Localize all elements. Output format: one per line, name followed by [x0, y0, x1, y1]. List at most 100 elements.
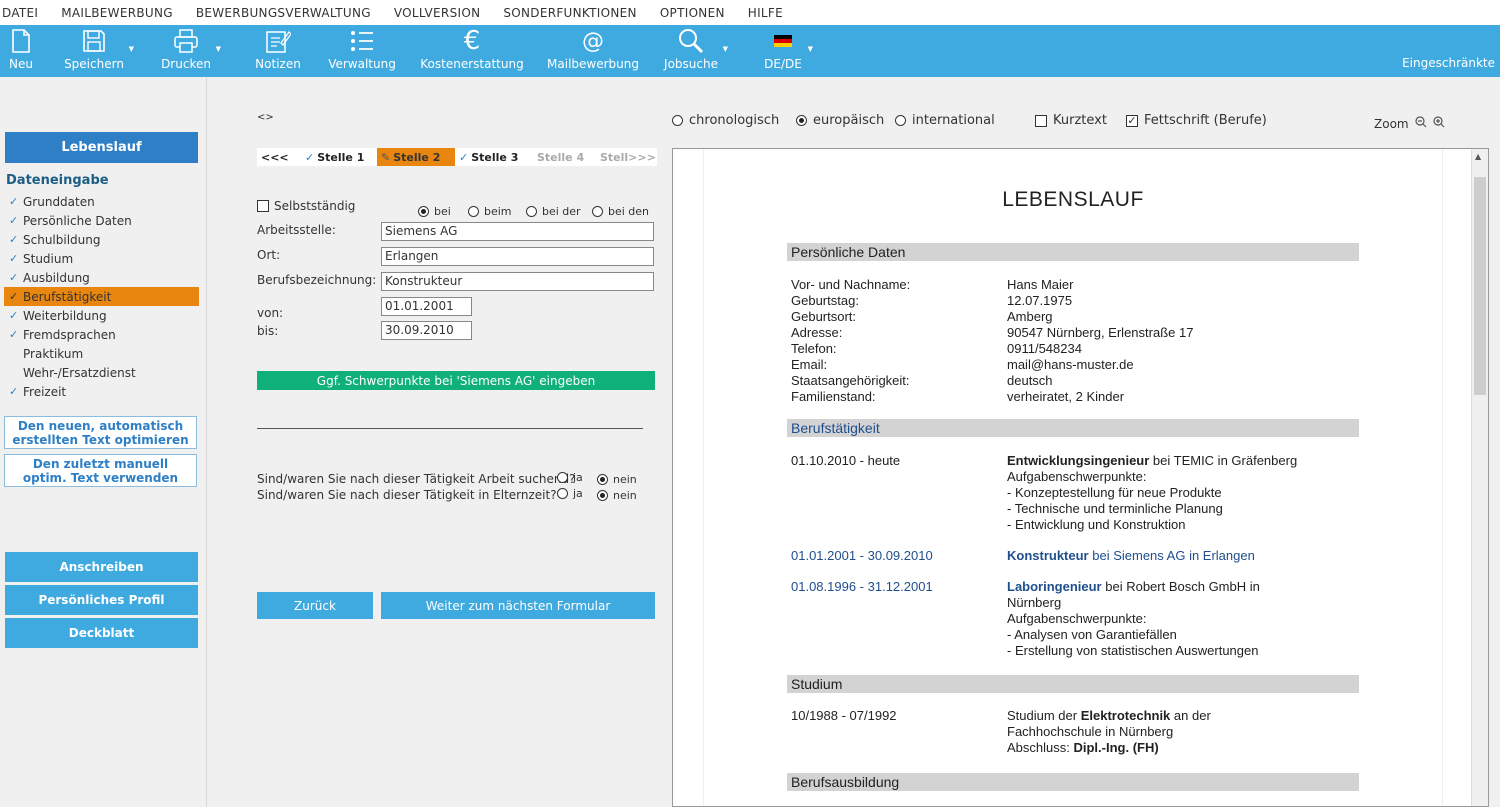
sidebar-item-berufstaetigkeit[interactable]: ✓ Berufstätigkeit	[4, 287, 199, 306]
sidebar-item-weiterbildung[interactable]: ✓ Weiterbildung	[4, 306, 199, 325]
radio-ja[interactable]	[557, 472, 568, 483]
sidebar-item-freizeit[interactable]: ✓ Freizeit	[4, 382, 199, 401]
cover-page-button[interactable]: Deckblatt	[5, 618, 198, 648]
optimize-text-button[interactable]: Den neuen, automatisch erstellten Text op…	[4, 416, 197, 449]
step-2[interactable]: ✎ Stelle 2	[377, 148, 455, 166]
location-input[interactable]: Erlangen	[381, 247, 654, 266]
focus-areas-button[interactable]: Ggf. Schwerpunkte bei 'Siemens AG' einge…	[257, 371, 655, 390]
personal-key: Vor- und Nachname:	[791, 277, 911, 292]
sidebar-item-praktikum[interactable]: Praktikum	[4, 344, 199, 363]
sidebar-item-label: Weiterbildung	[23, 308, 107, 323]
menu-bewerbungsverwaltung[interactable]: BEWERBUNGSVERWALTUNG	[196, 6, 371, 20]
menu-sonderfunktionen[interactable]: SONDERFUNKTIONEN	[503, 6, 636, 20]
menu-mailbewerbung[interactable]: MAILBEWERBUNG	[61, 6, 173, 20]
to-date-input[interactable]: 30.09.2010	[381, 321, 472, 340]
job-seeking-ja[interactable]: ja	[557, 471, 583, 484]
checkbox-short-text[interactable]	[1035, 114, 1047, 127]
preposition-bei-den[interactable]: bei den	[592, 205, 649, 218]
step-3[interactable]: ✓ Stelle 3	[455, 148, 533, 166]
option-international[interactable]: international	[895, 113, 995, 128]
manual-text-line1: Den zuletzt manuell	[32, 456, 169, 471]
option-european[interactable]: europäisch	[796, 113, 884, 128]
steps-prev[interactable]: <<<	[257, 148, 301, 166]
radio-european[interactable]	[796, 115, 807, 126]
print-button[interactable]: Drucken ▼	[161, 25, 221, 77]
checkbox-box[interactable]	[257, 200, 269, 212]
refund-button[interactable]: € Kostenerstattung	[420, 25, 523, 77]
save-button[interactable]: Speichern ▼	[64, 25, 134, 77]
step-label: Stelle 1	[317, 150, 365, 164]
sidebar-item-schulbildung[interactable]: ✓ Schulbildung	[4, 230, 199, 249]
menu-vollversion[interactable]: VOLLVERSION	[394, 6, 481, 20]
lebenslauf-button[interactable]: Lebenslauf	[5, 132, 198, 163]
step-1[interactable]: ✓ Stelle 1	[301, 148, 377, 166]
option-bold-professions[interactable]: ✓ Fettschrift (Berufe)	[1126, 113, 1267, 128]
sidebar-item-label: Freizeit	[23, 384, 67, 399]
job-title-input[interactable]: Konstrukteur	[381, 272, 654, 291]
sidebar-item-wehrdienst[interactable]: Wehr-/Ersatzdienst	[4, 363, 199, 382]
job-search-dropdown-icon[interactable]: ▼	[723, 45, 728, 53]
personal-key: Geburtstag:	[791, 293, 859, 308]
scroll-up-icon[interactable]: ▲	[1475, 152, 1481, 161]
sidebar-item-persoenliche-daten[interactable]: ✓ Persönliche Daten	[4, 211, 199, 230]
new-button[interactable]: Neu	[6, 25, 36, 77]
sidebar-item-studium[interactable]: ✓ Studium	[4, 249, 199, 268]
radio-chronological[interactable]	[672, 115, 683, 126]
scroll-thumb[interactable]	[1474, 177, 1486, 395]
zoom-out-icon[interactable]	[1414, 116, 1427, 131]
parental-leave-ja[interactable]: ja	[557, 487, 583, 500]
employer-input[interactable]: Siemens AG	[381, 222, 654, 241]
checkbox-bold-professions[interactable]: ✓	[1126, 114, 1138, 127]
menu-hilfe[interactable]: HILFE	[748, 6, 783, 20]
radio-bei-der[interactable]	[526, 206, 537, 217]
job3-employer: bei Robert Bosch GmbH in	[1101, 579, 1260, 594]
job2-entry: Konstrukteur bei Siemens AG in Erlangen	[1007, 548, 1255, 564]
parental-leave-nein[interactable]: nein	[597, 489, 637, 502]
personal-profile-button[interactable]: Persönliches Profil	[5, 585, 198, 615]
toolbar: Neu Speichern ▼ Drucken ▼ Notizen Verwal…	[0, 25, 1500, 77]
back-button[interactable]: Zurück	[257, 592, 373, 619]
save-dropdown-icon[interactable]: ▼	[129, 45, 134, 53]
preposition-bei-der[interactable]: bei der	[526, 205, 581, 218]
preposition-label: bei den	[608, 205, 650, 218]
cover-letter-button[interactable]: Anschreiben	[5, 552, 198, 582]
language-button[interactable]: DE/DE ▼	[764, 25, 813, 77]
use-manual-text-button[interactable]: Den zuletzt manuell optim. Text verwenden	[4, 454, 197, 487]
radio-bei-den[interactable]	[592, 206, 603, 217]
menu-optionen[interactable]: OPTIONEN	[660, 6, 725, 20]
radio-nein[interactable]	[597, 474, 608, 485]
step-4[interactable]: Stelle 4	[533, 148, 596, 166]
job-seeking-nein[interactable]: nein	[597, 473, 637, 486]
sidebar-item-fremdsprachen[interactable]: ✓ Fremdsprachen	[4, 325, 199, 344]
notes-button[interactable]: Notizen	[255, 25, 301, 77]
self-employed-checkbox[interactable]: Selbstständig	[257, 199, 355, 213]
preposition-bei[interactable]: bei	[418, 205, 451, 218]
radio-ja[interactable]	[557, 488, 568, 499]
management-button[interactable]: Verwaltung	[328, 25, 396, 77]
menu-datei[interactable]: DATEI	[2, 6, 38, 20]
option-short-text[interactable]: Kurztext	[1035, 113, 1107, 128]
print-dropdown-icon[interactable]: ▼	[216, 45, 221, 53]
zoom-in-icon[interactable]	[1432, 116, 1445, 131]
steps-next[interactable]: Stell>>>	[596, 148, 656, 166]
language-dropdown-icon[interactable]: ▼	[808, 45, 813, 53]
option-label: ja	[573, 471, 583, 484]
sidebar-item-grunddaten[interactable]: ✓ Grunddaten	[4, 192, 199, 211]
mail-application-button[interactable]: @ Mailbewerbung	[547, 25, 639, 77]
optimize-text-line2: erstellten Text optimieren	[12, 432, 189, 447]
radio-international[interactable]	[895, 115, 906, 126]
preposition-beim[interactable]: beim	[468, 205, 512, 218]
layout-toggle[interactable]: <>	[257, 112, 274, 123]
personal-key: Geburtsort:	[791, 309, 857, 324]
preposition-label: beim	[484, 205, 512, 218]
radio-beim[interactable]	[468, 206, 479, 217]
option-chronological[interactable]: chronologisch	[672, 113, 779, 128]
german-flag-icon	[770, 28, 796, 54]
radio-nein[interactable]	[597, 490, 608, 501]
from-date-input[interactable]: 01.01.2001	[381, 297, 472, 316]
sidebar-item-ausbildung[interactable]: ✓ Ausbildung	[4, 268, 199, 287]
next-form-button[interactable]: Weiter zum nächsten Formular	[381, 592, 655, 619]
job-search-button[interactable]: Jobsuche ▼	[664, 25, 728, 77]
radio-bei[interactable]	[418, 206, 429, 217]
preview-scrollbar[interactable]: ▲	[1471, 149, 1488, 806]
